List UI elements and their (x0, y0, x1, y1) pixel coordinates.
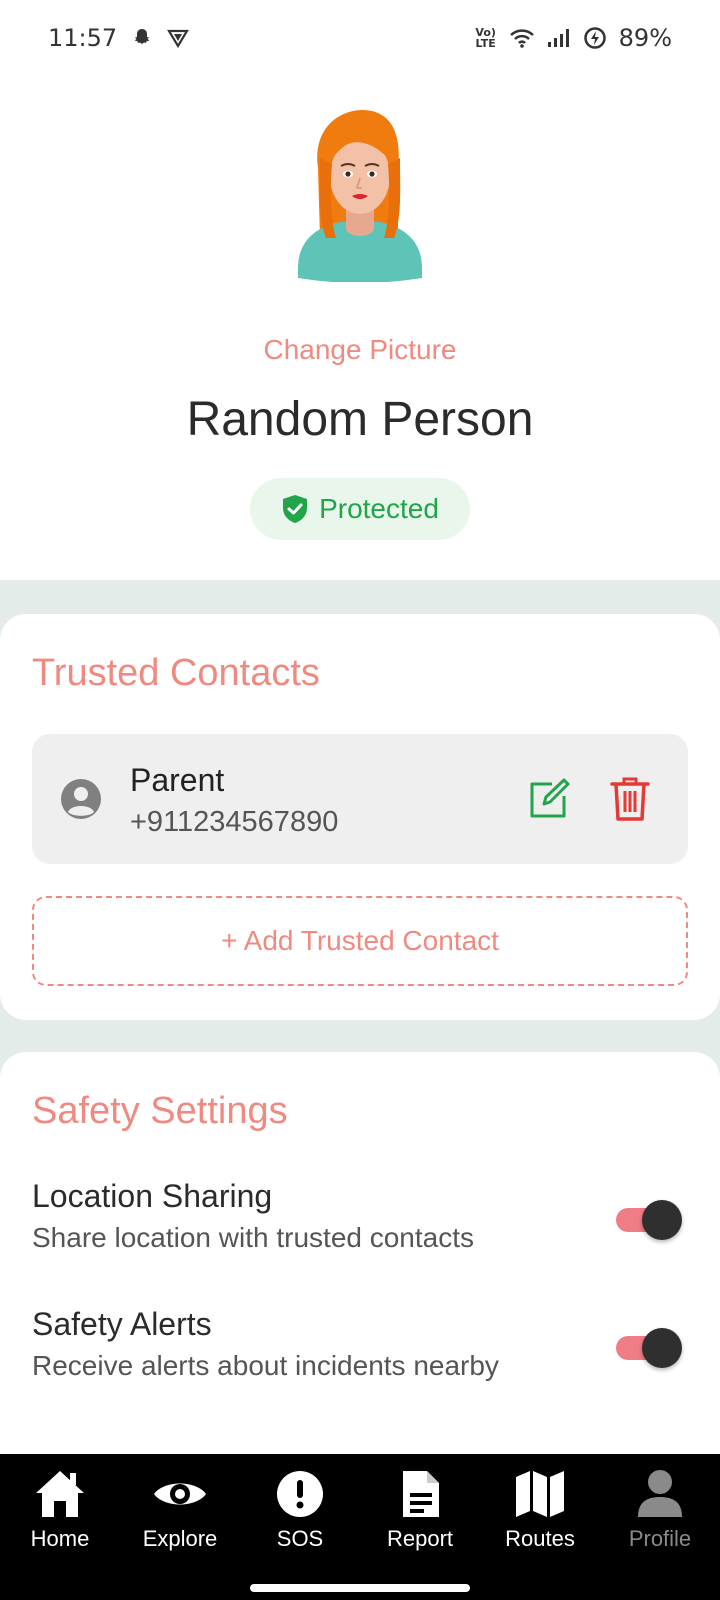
shield-check-icon (283, 495, 308, 523)
toggle-knob (642, 1200, 682, 1240)
user-icon (632, 1466, 688, 1522)
nav-label: Report (386, 1526, 454, 1551)
setting-title: Location Sharing (32, 1178, 273, 1214)
location-sharing-toggle[interactable] (616, 1200, 682, 1240)
safety-settings-title: Safety Settings (32, 1090, 288, 1132)
profile-header: Change Picture Random Person Protected (0, 76, 720, 580)
setting-title: Safety Alerts (32, 1306, 212, 1342)
vpn-shield-icon (167, 27, 190, 49)
status-bar: 11:57 Vo) LTE 89% (0, 0, 720, 76)
person-circle-icon (61, 779, 101, 819)
nav-sos[interactable]: SOS (240, 1454, 360, 1600)
toggle-knob (642, 1328, 682, 1368)
setting-location-sharing: Location Sharing Share location with tru… (32, 1178, 688, 1278)
status-left: 11:57 (48, 24, 190, 52)
volte-icon: Vo) LTE (475, 27, 497, 49)
setting-safety-alerts: Safety Alerts Receive alerts about incid… (32, 1306, 688, 1406)
status-right: Vo) LTE 89% (475, 24, 672, 52)
nav-label: Explore (142, 1526, 218, 1551)
status-badge-label: Protected (319, 493, 439, 524)
avatar[interactable] (290, 108, 430, 283)
nav-report[interactable]: Report (360, 1454, 480, 1600)
setting-description: Share location with trusted contacts (32, 1222, 475, 1253)
trusted-contacts-card: Trusted Contacts Parent +911234567890 + … (0, 614, 720, 1020)
status-badge: Protected (250, 478, 470, 540)
snapchat-icon (131, 27, 153, 49)
nav-home[interactable]: Home (0, 1454, 120, 1600)
change-picture-link[interactable]: Change Picture (0, 334, 720, 366)
nav-profile[interactable]: Profile (600, 1454, 720, 1600)
nav-label: SOS (276, 1526, 324, 1551)
contact-row[interactable]: Parent +911234567890 (32, 734, 688, 864)
map-icon (512, 1466, 568, 1522)
battery-saver-icon (583, 26, 607, 50)
battery-percent: 89% (618, 24, 672, 52)
network-label: Vo) LTE (475, 26, 496, 50)
nav-explore[interactable]: Explore (120, 1454, 240, 1600)
home-icon (32, 1466, 88, 1522)
status-time: 11:57 (48, 24, 118, 52)
wifi-icon (509, 27, 535, 49)
contact-phone: +911234567890 (130, 806, 339, 838)
eye-icon (152, 1466, 208, 1522)
user-name: Random Person (186, 393, 534, 446)
alert-icon (272, 1466, 328, 1522)
edit-icon[interactable] (526, 778, 570, 822)
home-indicator[interactable] (250, 1584, 470, 1592)
nav-label: Profile (628, 1526, 692, 1551)
signal-icon (547, 28, 571, 48)
setting-description: Receive alerts about incidents nearby (32, 1350, 499, 1381)
safety-settings-card: Safety Settings Location Sharing Share l… (0, 1052, 720, 1454)
trash-icon[interactable] (610, 776, 650, 822)
nav-label: Routes (505, 1526, 575, 1551)
bottom-nav: Home Explore SOS Report Routes Profile (0, 1454, 720, 1600)
safety-alerts-toggle[interactable] (616, 1328, 682, 1368)
contact-name: Parent (130, 762, 225, 798)
add-trusted-contact-button[interactable]: + Add Trusted Contact (32, 896, 688, 986)
nav-routes[interactable]: Routes (480, 1454, 600, 1600)
trusted-contacts-title: Trusted Contacts (32, 652, 320, 694)
document-icon (392, 1466, 448, 1522)
nav-label: Home (30, 1526, 90, 1551)
